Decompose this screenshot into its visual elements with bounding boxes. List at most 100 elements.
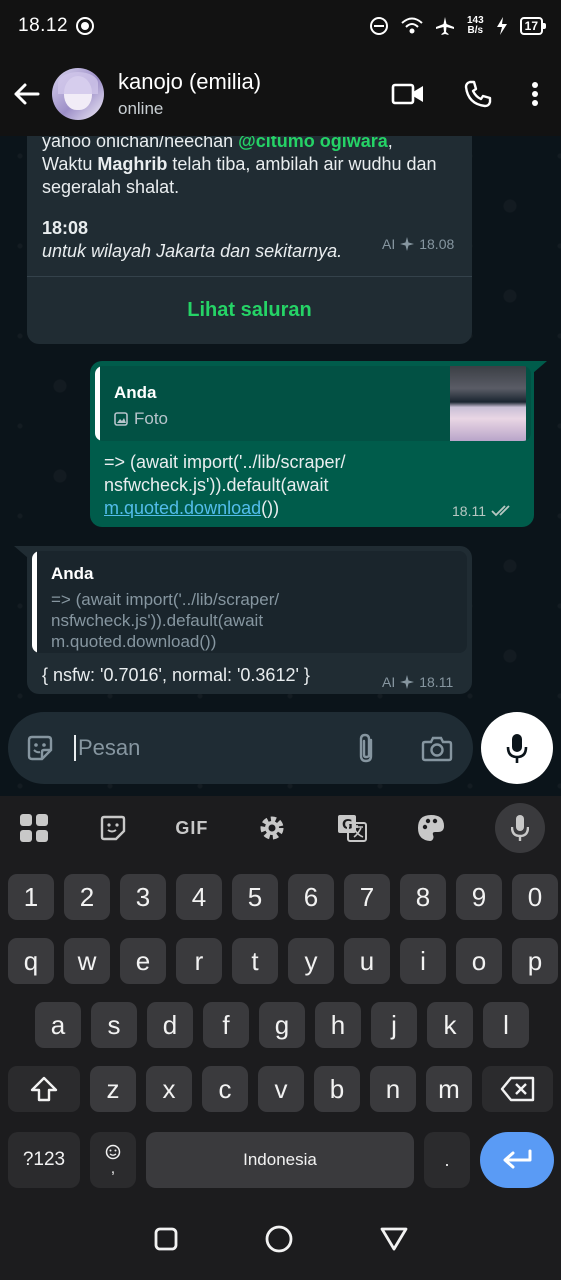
attachment-icon[interactable]	[355, 732, 379, 764]
key-8[interactable]: 8	[400, 874, 446, 920]
key-c[interactable]: c	[202, 1066, 248, 1112]
apps-grid-icon[interactable]	[18, 813, 50, 843]
symbols-key[interactable]: ?123	[8, 1132, 80, 1188]
space-key[interactable]: Indonesia	[146, 1132, 414, 1188]
quoted-message[interactable]: Anda Foto	[95, 366, 531, 441]
key-row-bottom: z x c v b n m	[8, 1066, 553, 1112]
key-z[interactable]: z	[90, 1066, 136, 1112]
backspace-key[interactable]	[482, 1066, 553, 1112]
enter-key[interactable]	[480, 1132, 554, 1188]
home-circle-icon[interactable]	[264, 1224, 294, 1254]
outgoing-message[interactable]: Anda Foto => (await import('../lib/scrap…	[90, 361, 534, 527]
quote-type-row: Foto	[114, 409, 168, 429]
key-p[interactable]: p	[512, 938, 558, 984]
ai-sparkle-icon	[400, 675, 415, 689]
key-g[interactable]: g	[259, 1002, 305, 1048]
key-0[interactable]: 0	[512, 874, 558, 920]
quote-text-line: m.quoted.download())	[51, 632, 217, 651]
incoming-message-channel[interactable]: yahoo onichan/neechan @citumo ogiwara, W…	[27, 136, 472, 344]
wifi-icon	[401, 17, 423, 34]
back-triangle-icon[interactable]	[379, 1226, 409, 1252]
key-6[interactable]: 6	[288, 874, 334, 920]
recents-square-icon[interactable]	[153, 1226, 179, 1252]
double-check-icon	[491, 505, 510, 517]
message-meta: AI 18.11	[382, 674, 453, 690]
key-2[interactable]: 2	[64, 874, 110, 920]
key-q[interactable]: q	[8, 938, 54, 984]
key-y[interactable]: y	[288, 938, 334, 984]
sticker-emoji-icon[interactable]	[24, 732, 56, 764]
airplane-mode-icon	[435, 17, 454, 35]
system-nav-bar	[0, 1198, 561, 1280]
voice-input-button[interactable]	[494, 803, 545, 853]
key-t[interactable]: t	[232, 938, 278, 984]
keyboard-toolbar: GIF G	[0, 796, 561, 860]
key-e[interactable]: e	[120, 938, 166, 984]
avatar[interactable]	[52, 68, 104, 120]
camera-icon[interactable]	[421, 734, 453, 762]
translate-icon[interactable]: G	[336, 813, 368, 843]
message-text-bold: Maghrib	[97, 154, 168, 174]
chat-area[interactable]: yahoo onichan/neechan @citumo ogiwara, W…	[0, 136, 561, 796]
key-u[interactable]: u	[344, 938, 390, 984]
key-b[interactable]: b	[314, 1066, 360, 1112]
key-n[interactable]: n	[370, 1066, 416, 1112]
network-speed-unit: B/s	[467, 25, 484, 36]
quote-accent-bar	[95, 366, 100, 441]
more-options-icon[interactable]	[531, 81, 539, 107]
key-3[interactable]: 3	[120, 874, 166, 920]
settings-gear-icon[interactable]	[257, 813, 287, 843]
shift-key[interactable]	[8, 1066, 80, 1112]
key-v[interactable]: v	[258, 1066, 304, 1112]
view-channel-button[interactable]: Lihat saluran	[27, 278, 472, 342]
divider	[27, 276, 472, 277]
back-button[interactable]	[0, 82, 52, 106]
key-f[interactable]: f	[203, 1002, 249, 1048]
key-s[interactable]: s	[91, 1002, 137, 1048]
ai-sparkle-icon	[400, 237, 415, 251]
key-k[interactable]: k	[427, 1002, 473, 1048]
quoted-photo-thumbnail	[450, 366, 526, 441]
quote-accent-bar	[32, 551, 37, 653]
theme-palette-icon[interactable]	[416, 813, 446, 843]
key-w[interactable]: w	[64, 938, 110, 984]
voice-message-button[interactable]	[481, 712, 553, 784]
emoji-comma-key[interactable]: ,	[90, 1132, 136, 1188]
photo-icon	[114, 412, 128, 426]
key-a[interactable]: a	[35, 1002, 81, 1048]
key-r[interactable]: r	[176, 938, 222, 984]
quoted-message[interactable]: Anda => (await import('../lib/scraper/ n…	[32, 551, 467, 653]
phone-call-icon[interactable]	[463, 79, 493, 109]
key-4[interactable]: 4	[176, 874, 222, 920]
message-timestamp: 18.11	[452, 503, 486, 519]
key-5[interactable]: 5	[232, 874, 278, 920]
message-link[interactable]: m.quoted.download	[104, 498, 261, 518]
period-key[interactable]: .	[424, 1132, 470, 1188]
contact-info[interactable]: kanojo (emilia) online	[118, 69, 261, 119]
key-d[interactable]: d	[147, 1002, 193, 1048]
key-h[interactable]: h	[315, 1002, 361, 1048]
key-l[interactable]: l	[483, 1002, 529, 1048]
key-1[interactable]: 1	[8, 874, 54, 920]
message-timestamp: 18.08	[419, 236, 455, 252]
key-x[interactable]: x	[146, 1066, 192, 1112]
key-o[interactable]: o	[456, 938, 502, 984]
sticker-icon[interactable]	[99, 814, 127, 842]
emoji-icon	[105, 1144, 121, 1159]
key-7[interactable]: 7	[344, 874, 390, 920]
mention-link[interactable]: @citumo ogiwara	[238, 136, 388, 151]
status-bar: 18.12 143 B/s 17	[0, 0, 561, 52]
incoming-message[interactable]: Anda => (await import('../lib/scraper/ n…	[27, 546, 472, 694]
comma-label: ,	[110, 1159, 116, 1177]
quote-text-line: nsfwcheck.js')).default(await	[51, 611, 264, 630]
key-9[interactable]: 9	[456, 874, 502, 920]
message-input[interactable]: Pesan	[8, 712, 473, 784]
message-meta: 18.11	[452, 503, 515, 519]
bubble-tail	[14, 546, 28, 558]
key-j[interactable]: j	[371, 1002, 417, 1048]
video-call-icon[interactable]	[391, 82, 425, 106]
key-m[interactable]: m	[426, 1066, 472, 1112]
contact-status: online	[118, 99, 164, 118]
key-i[interactable]: i	[400, 938, 446, 984]
gif-button[interactable]: GIF	[175, 818, 208, 839]
